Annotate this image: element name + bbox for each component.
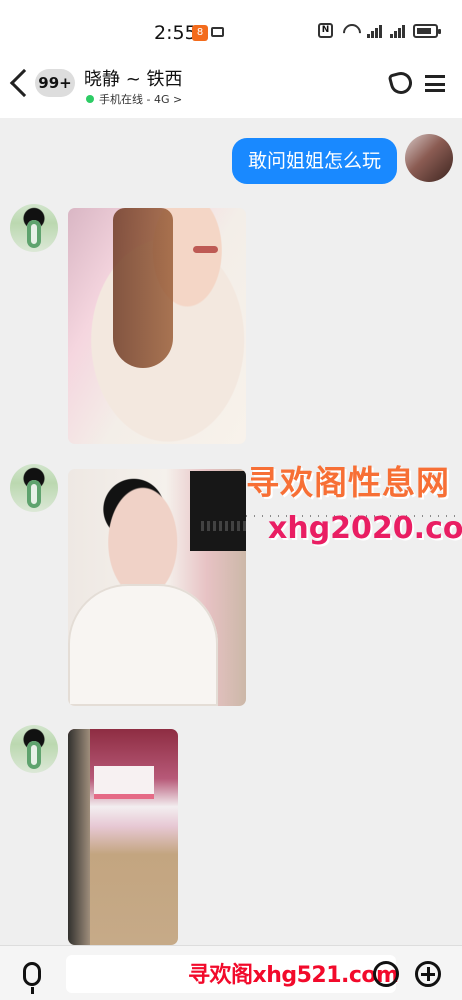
unread-badge[interactable]: 99+ <box>35 69 75 97</box>
watermark-url: xhg2020.com <box>268 511 462 546</box>
wifi-icon <box>341 24 359 38</box>
message-list[interactable]: 敢问姐姐怎么玩 寻欢阁性息网 xhg2020.com <box>0 118 462 945</box>
image-message[interactable] <box>68 729 178 945</box>
contact-avatar[interactable] <box>10 204 58 252</box>
image-message[interactable] <box>68 208 246 444</box>
signal-icon <box>367 24 382 38</box>
phone-icon[interactable] <box>387 69 415 97</box>
online-dot-icon <box>86 95 94 103</box>
plus-icon[interactable] <box>415 961 441 987</box>
outgoing-message-bubble[interactable]: 敢问姐姐怎么玩 <box>231 138 397 184</box>
image-message[interactable] <box>68 469 246 706</box>
mic-icon[interactable] <box>23 962 41 994</box>
back-icon[interactable] <box>9 68 39 98</box>
status-time: 2:55 <box>154 22 197 44</box>
mail-icon <box>211 27 224 37</box>
contact-avatar[interactable] <box>10 725 58 773</box>
chat-header: 99+ 晓静 ~ 铁西 手机在线 - 4G > <box>0 60 462 118</box>
message-composer: 寻欢阁xhg521.com <box>0 945 462 1000</box>
presence-text: 手机在线 - 4G > <box>99 93 183 106</box>
status-bar: 2:55 8 N <box>0 0 462 60</box>
battery-icon <box>413 23 441 38</box>
nfc-icon: N <box>318 23 333 38</box>
emoji-icon[interactable] <box>373 961 399 987</box>
chat-screen: 2:55 8 N 99+ 晓静 ~ 铁西 手机在线 - 4G > 敢问姐姐怎么玩… <box>0 0 462 1000</box>
contact-name[interactable]: 晓静 ~ 铁西 <box>84 65 183 91</box>
signal-icon <box>390 24 405 38</box>
watermark-title: 寻欢阁性息网 <box>246 463 450 502</box>
watermark-small-text <box>201 521 249 531</box>
system-status-icons: N <box>318 23 441 38</box>
bottom-watermark: 寻欢阁xhg521.com <box>188 963 399 988</box>
contact-avatar[interactable] <box>10 464 58 512</box>
presence-status: 手机在线 - 4G > <box>86 91 182 107</box>
menu-icon[interactable] <box>425 75 445 92</box>
my-avatar[interactable] <box>405 134 453 182</box>
notification-badge: 8 <box>192 25 208 41</box>
